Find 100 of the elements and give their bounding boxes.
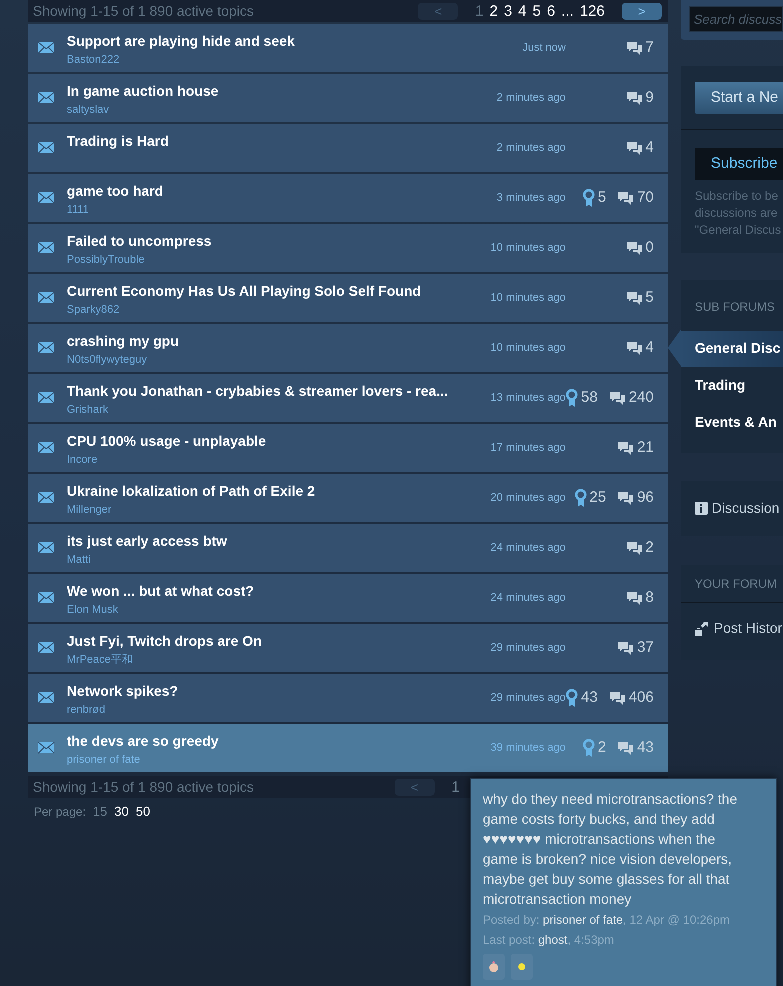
award-count: 25 (590, 488, 606, 508)
topic-row[interactable]: crashing my gpu N0ts0flywyteguy 10 minutes ago 4 (28, 324, 668, 372)
per-page-option[interactable]: 50 (136, 802, 150, 822)
topic-row[interactable]: its just early access btw Matti 24 minutes ago 2 (28, 524, 668, 572)
topic-title[interactable]: its just early access btw (67, 532, 483, 550)
emoticon-icon (483, 954, 505, 980)
topic-title[interactable]: Trading is Hard (67, 132, 489, 150)
reply-count: 4 (646, 138, 654, 158)
selection-arrow-icon (668, 330, 681, 366)
topic-time: 20 minutes ago (490, 490, 566, 506)
speech-bubbles-icon (617, 490, 634, 506)
topic-row[interactable]: game too hard 1111 3 minutes ago 5 70 (28, 174, 668, 222)
award-ribbon-icon (582, 739, 595, 757)
reply-count: 2 (646, 538, 654, 558)
speech-bubbles-icon (617, 440, 634, 456)
topic-time: 2 minutes ago (496, 140, 566, 156)
envelope-icon (38, 592, 55, 604)
sub-forum-link[interactable]: Events & An (681, 404, 783, 440)
topic-row[interactable]: Ukraine lokalization of Path of Exile 2 Millenger 20 minutes ago 25 96 (28, 474, 668, 522)
topic-time: 29 minutes ago (490, 640, 566, 656)
topic-title[interactable]: CPU 100% usage - unplayable (67, 432, 483, 450)
your-forum-heading: YOUR FORUM (695, 576, 777, 592)
topic-row[interactable]: CPU 100% usage - unplayable Incore 17 minutes ago 21 (28, 424, 668, 472)
page-link[interactable]: 3 (501, 4, 516, 18)
page-link[interactable]: 2 (486, 4, 502, 18)
topic-row[interactable]: Network spikes? renbrød 29 minutes ago 43 406 (28, 674, 668, 722)
topic-title[interactable]: Current Economy Has Us All Playing Solo Self Found (67, 282, 483, 300)
topic-row[interactable]: Trading is Hard 2 minutes ago 4 (28, 124, 668, 172)
topic-row[interactable]: the devs are so greedy prisoner of fate 39 minutes ago 2 43 (28, 724, 668, 772)
envelope-icon (38, 92, 55, 104)
topic-row[interactable]: Current Economy Has Us All Playing Solo Self Found Sparky862 10 minutes ago 5 (28, 274, 668, 322)
speech-bubbles-icon (626, 590, 643, 606)
topic-title[interactable]: Network spikes? (67, 682, 483, 700)
topic-time: 13 minutes ago (490, 390, 566, 406)
topic-title[interactable]: Thank you Jonathan - crybabies & streamer lovers - rea... (67, 382, 483, 400)
speech-bubbles-icon (608, 390, 626, 406)
per-page-option[interactable]: 30 (114, 802, 129, 822)
topic-title[interactable]: the devs are so greedy (67, 732, 483, 750)
speech-bubbles-icon (608, 690, 626, 706)
envelope-icon (38, 442, 55, 454)
topic-title[interactable]: Support are playing hide and seek (67, 32, 515, 50)
topic-title[interactable]: game too hard (67, 182, 489, 200)
award-count: 2 (598, 738, 606, 758)
page-link[interactable]: 4 (515, 4, 530, 18)
speech-bubbles-icon (617, 640, 634, 656)
topic-time: 17 minutes ago (490, 440, 566, 456)
last-post-text: Last post: ghost, 4:53pm (483, 932, 616, 949)
envelope-icon (38, 692, 55, 704)
topic-row[interactable]: In game auction house saltyslav 2 minutes ago 9 (28, 74, 668, 122)
posted-by-text: Posted by: prisoner of fate, 12 Apr @ 10:26pm (483, 912, 732, 929)
award-ribbon-icon (574, 489, 587, 507)
subscribe-button[interactable]: Subscribe (695, 148, 783, 180)
topic-row[interactable]: Thank you Jonathan - crybabies & streamer lovers - rea... Grishark 13 minutes ago 58 240 (28, 374, 668, 422)
topic-count: Showing 1-15 of 1 890 active topics (33, 778, 254, 797)
envelope-icon (38, 742, 55, 754)
preview-text: why do they need microtransactions? the game costs forty bucks, and they add ♥♥♥♥♥♥♥ microtransactions when the game is broken? nice vision developers, maybe get buy some glasses for all that microtransaction money (483, 790, 738, 909)
post-history-link[interactable]: Post Histor (714, 618, 782, 639)
envelope-icon (38, 342, 55, 354)
topic-title[interactable]: In game auction house (67, 82, 489, 100)
sub-forum-link[interactable]: Trading (681, 368, 783, 404)
topic-title[interactable]: Just Fyi, Twitch drops are On (67, 632, 483, 650)
subscribe-description: "General Discus (695, 222, 782, 239)
topic-time: 10 minutes ago (490, 240, 566, 256)
page-link[interactable]: 6 (544, 4, 558, 18)
topic-row[interactable]: Failed to uncompress PossiblyTrouble 10 minutes ago 0 (28, 224, 668, 272)
topic-row[interactable]: We won ... but at what cost? Elon Musk 24 minutes ago 8 (28, 574, 668, 622)
reply-count: 240 (628, 388, 654, 408)
search-field[interactable]: Search discuss (689, 6, 783, 32)
reply-count: 21 (637, 438, 654, 458)
reply-count: 5 (646, 288, 654, 308)
topic-title[interactable]: Failed to uncompress (67, 232, 483, 250)
award-count: 5 (598, 188, 606, 208)
speech-bubbles-icon (626, 290, 643, 306)
topic-title[interactable]: We won ... but at what cost? (67, 582, 483, 600)
topic-time: 39 minutes ago (490, 740, 566, 756)
page-link[interactable]: 5 (530, 4, 544, 18)
topic-time: 10 minutes ago (490, 340, 566, 356)
envelope-icon (38, 242, 55, 254)
reply-count: 8 (646, 588, 654, 608)
start-new-discussion-button[interactable]: Start a Ne (695, 82, 783, 114)
envelope-icon (38, 542, 55, 554)
reply-count: 37 (637, 638, 654, 658)
sub-forum-link[interactable]: General Disc (681, 330, 783, 366)
topic-title[interactable]: crashing my gpu (67, 332, 483, 350)
info-icon (695, 502, 708, 515)
topic-row[interactable]: Support are playing hide and seek Baston222 Just now 7 (28, 24, 668, 72)
per-page-option[interactable]: 15 (93, 802, 108, 822)
reply-count: 406 (628, 688, 654, 708)
envelope-icon (38, 392, 55, 404)
page-link[interactable]: ... (558, 4, 577, 18)
topic-row[interactable]: Just Fyi, Twitch drops are On MrPeace平和 29 minutes ago 37 (28, 624, 668, 672)
arrows-icon (695, 622, 710, 636)
page-link[interactable]: 126 (576, 4, 608, 18)
speech-bubbles-icon (626, 90, 643, 106)
topic-time: 10 minutes ago (490, 290, 566, 306)
envelope-icon (38, 492, 55, 504)
award-count: 58 (581, 388, 598, 408)
topic-time: 24 minutes ago (490, 540, 566, 556)
topic-title[interactable]: Ukraine lokalization of Path of Exile 2 (67, 482, 483, 500)
page-link[interactable]: 1 (448, 780, 463, 794)
